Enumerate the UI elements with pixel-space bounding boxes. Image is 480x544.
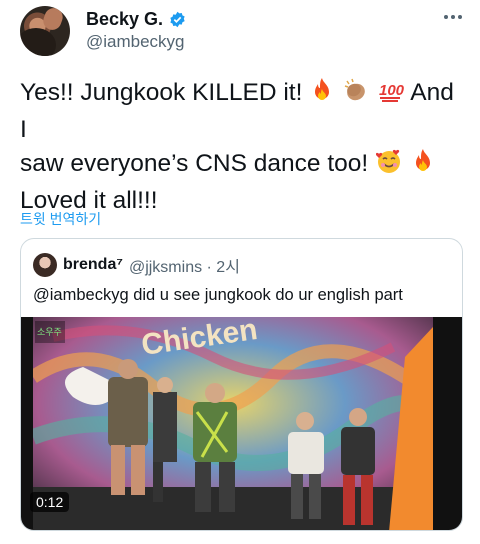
video-timestamp: 0:12 (30, 492, 70, 512)
quoted-tweet-text: @iambeckyg did u see jungkook do ur engl… (33, 286, 403, 304)
author-handle[interactable]: @iambeckyg (86, 32, 185, 52)
video-player[interactable]: Chicken 소우주 0:12 (21, 317, 462, 530)
author-display-name[interactable]: Becky G. (86, 9, 163, 30)
channel-logo-text: 소우주 (37, 327, 62, 338)
quoted-author-handle-time: @jjksmins · 2시 (128, 259, 240, 276)
more-options-icon[interactable] (444, 12, 466, 22)
tweet-text-line1: Yes!! Jungkook KILLED it! (20, 79, 303, 106)
clapping-hands-emoji-icon (343, 77, 369, 113)
tweet-text-line2: saw everyone’s CNS dance too! (20, 150, 369, 177)
author-avatar[interactable] (20, 6, 70, 56)
author-name-row[interactable]: Becky G. (86, 9, 186, 30)
quoted-author-avatar[interactable] (33, 253, 57, 277)
quoted-tweet-header: brenda⁷ @jjksmins · 2시 (33, 253, 240, 277)
fire-emoji-icon (310, 77, 334, 113)
quoted-tweet-card[interactable]: brenda⁷ @jjksmins · 2시 @iambeckyg did u … (20, 238, 463, 531)
verified-badge-icon (169, 11, 186, 28)
fire-emoji-icon-2 (411, 148, 435, 184)
smiling-face-with-hearts-emoji-icon (375, 148, 402, 184)
tweet-header: Becky G. @iambeckyg (20, 6, 466, 56)
hundred-points-emoji-icon: 100 (378, 77, 404, 113)
tweet-text: Yes!! Jungkook KILLED it! 100 And I saw … (20, 76, 460, 218)
channel-logo: 소우주 (35, 321, 65, 343)
quoted-author-name[interactable]: brenda⁷ (63, 256, 123, 274)
svg-text:100: 100 (379, 82, 404, 99)
video-frame: Chicken 소우주 (33, 317, 433, 530)
translate-tweet-link[interactable]: 트윗 번역하기 (20, 209, 101, 229)
